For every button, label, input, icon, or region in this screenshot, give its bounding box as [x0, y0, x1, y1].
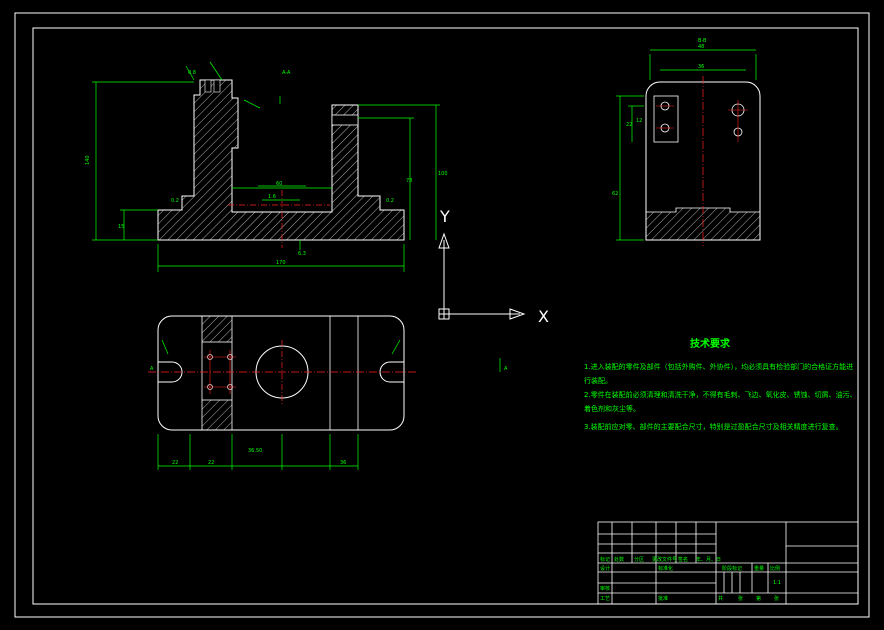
- tech-requirements-title: 技术要求: [690, 337, 731, 350]
- tb-change-no: 更改文件号: [652, 556, 677, 563]
- side-inner-width: 36: [698, 64, 704, 70]
- tb-weight: 重量: [754, 565, 764, 572]
- tb-page: 第: [756, 595, 761, 602]
- front-slot-hole: [331, 114, 359, 126]
- front-right-height: 100: [438, 171, 448, 177]
- front-slot-depth: 1.6: [268, 194, 276, 200]
- tech-requirement-3-line-1: 3.装配前应对零、部件的主要配合尺寸，特别是过盈配合尺寸及相关精度进行复查。: [584, 422, 843, 431]
- tb-scale: 比例: [770, 565, 780, 572]
- tech-requirement-1-line-1: 1.进入装配的零件及部件（包括外购件、外协件），均必须具有检验部门的合格证方能进: [584, 362, 853, 371]
- side-dim-b: 12: [636, 118, 642, 124]
- tb-stage-mark: 阶段标记: [722, 565, 742, 572]
- plan-dim-d: 36: [340, 460, 346, 466]
- tech-requirement-2-line-1: 2.零件在装配前必须清理和清洗干净，不得有毛刺、飞边、氧化皮、锈蚀、切屑、油污、: [584, 390, 857, 399]
- plan-dim-c: 36.50: [248, 448, 262, 454]
- front-mid-height: 78: [406, 178, 412, 184]
- tb-zone: 分区: [634, 556, 644, 563]
- tb-date: 年、月、日: [696, 556, 721, 563]
- tb-sign: 签名: [678, 556, 688, 563]
- tb-marks: 标记: [600, 556, 610, 563]
- front-height-total: 140: [85, 155, 91, 165]
- tb-sheet: 张: [738, 595, 743, 602]
- tech-requirement-2-line-2: 着色剂和灰尘等。: [584, 404, 640, 413]
- tech-requirements-items: 1.进入装配的零件及部件（包括外购件、外协件），均必须具有检验部门的合格证方能进…: [584, 362, 857, 431]
- plan-dim-a: 22: [172, 460, 178, 466]
- tb-design: 设计: [600, 565, 610, 572]
- tb-review: 审核: [600, 585, 610, 592]
- side-view: [645, 76, 761, 246]
- front-top-notch: [204, 79, 212, 93]
- tech-requirement-1-line-2: 行装配。: [584, 376, 612, 385]
- plan-hatched-strip-top: [201, 315, 233, 343]
- outer-frame: [14, 12, 870, 618]
- front-left-top: 0.8: [188, 70, 196, 76]
- front-chamfer-left: 0.2: [171, 198, 179, 204]
- front-chamfer-right: 0.2: [386, 198, 394, 204]
- front-slot-width: 60: [276, 181, 282, 187]
- plan-dim-b: 22: [208, 460, 214, 466]
- front-part-outline: [157, 79, 405, 241]
- tb-approve: 批准: [658, 595, 668, 602]
- tb-process: 工艺: [600, 596, 610, 602]
- tb-count: 处数: [614, 556, 624, 563]
- tb-page-sheet: 张: [774, 595, 779, 602]
- front-overall-width: 170: [276, 260, 286, 266]
- ucs-y-label: Y: [439, 207, 450, 226]
- side-top-width: 48: [698, 44, 704, 50]
- side-clamp-block: [653, 95, 679, 143]
- tb-standardize: 标准化: [658, 565, 673, 572]
- plan-hatched-strip-bottom: [201, 399, 233, 431]
- front-top-notch-2: [213, 79, 221, 93]
- side-dim-a: 22: [626, 122, 632, 128]
- plan-ref-a: A: [150, 366, 154, 372]
- front-bottom-surface: 6.3: [298, 251, 306, 257]
- plan-ref-a-right: A: [504, 366, 508, 372]
- tb-scale-value: 1:1: [773, 580, 781, 586]
- plan-view: [148, 315, 416, 431]
- cad-drawing-canvas: 140 15 170 100 78 60 1.6 0.2 0.2 0.8 6.3…: [14, 12, 870, 618]
- plan-part-outline: [157, 315, 405, 431]
- front-base-height: 15: [118, 224, 124, 230]
- ucs-x-label: X: [538, 307, 549, 326]
- tb-total: 共: [718, 595, 723, 602]
- title-block: [597, 521, 859, 605]
- section-label: A-A: [282, 70, 291, 76]
- side-dim-c: 62: [612, 191, 618, 197]
- ucs-icon: [438, 232, 526, 320]
